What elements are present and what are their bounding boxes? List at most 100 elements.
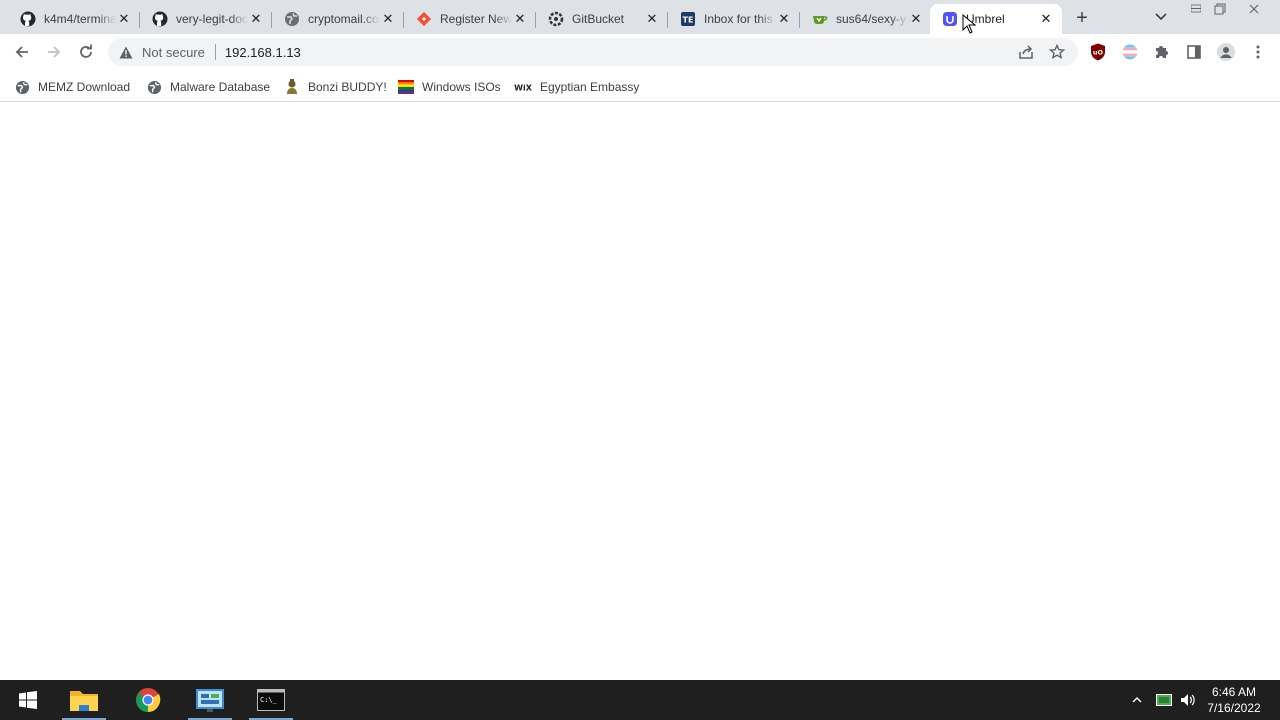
tab-strip: k4m4/terminals-are-sexy ✕ very-legit-doc…: [0, 0, 1280, 34]
close-icon[interactable]: ✕: [380, 11, 396, 27]
avatar-icon: [1217, 43, 1235, 61]
bookmark-label: Windows ISOs: [422, 80, 501, 94]
battery-icon[interactable]: [1155, 691, 1173, 709]
tab-search-button[interactable]: [1150, 6, 1172, 28]
extensions-button[interactable]: [1152, 42, 1172, 62]
system-clock[interactable]: 6:46 AM 7/16/2022: [1198, 684, 1270, 716]
bonzi-icon: [284, 79, 300, 95]
tab-register[interactable]: Register New ✕: [404, 4, 536, 34]
bookmark-star-icon[interactable]: [1048, 43, 1066, 61]
svg-text:uO: uO: [1093, 49, 1104, 57]
browser-window: k4m4/terminals-are-sexy ✕ very-legit-doc…: [0, 0, 1280, 680]
tab-title: cryptomail.com: [308, 12, 380, 26]
taskbar-file-explorer[interactable]: [56, 680, 112, 720]
start-button[interactable]: [0, 680, 56, 720]
chevron-up-icon: [1132, 697, 1142, 703]
ublock-extension[interactable]: uO: [1088, 42, 1108, 62]
gitbucket-icon: [548, 11, 564, 27]
taskbar-command-prompt[interactable]: C:\_: [243, 680, 299, 720]
globe-icon: [14, 79, 30, 95]
tab-umbrel[interactable]: Umbrel ✕: [930, 4, 1062, 34]
tab-title: Inbox for this: [704, 12, 773, 26]
tab-title: Umbrel: [966, 12, 1005, 26]
address-bar[interactable]: Not secure 192.168.1.13: [108, 38, 1078, 66]
forward-button[interactable]: [42, 40, 66, 64]
minimize-button[interactable]: [1183, 0, 1209, 18]
chrome-menu-button[interactable]: [1248, 42, 1268, 62]
profile-button[interactable]: [1216, 42, 1236, 62]
page-content: [0, 103, 1280, 680]
close-window-button[interactable]: [1241, 0, 1267, 18]
side-panel-icon: [1187, 45, 1201, 59]
bookmark-malware-database[interactable]: Malware Database: [146, 75, 270, 99]
taskbar: C:\_ 6:46 AM 7/16/2022: [0, 680, 1280, 720]
security-label[interactable]: Not secure: [142, 45, 205, 60]
close-icon[interactable]: ✕: [776, 11, 792, 27]
tab-title: very-legit-docs: [176, 12, 248, 26]
maximize-button[interactable]: [1207, 0, 1233, 18]
folder-icon: [70, 691, 98, 711]
tab-title: k4m4/terminals-are-sexy: [44, 12, 116, 26]
bookmark-label: Bonzi BUDDY!: [308, 80, 387, 94]
wix-icon: WiX: [514, 79, 532, 95]
tab-gitbucket[interactable]: GitBucket ✕: [536, 4, 668, 34]
tab-k4m4[interactable]: k4m4/terminals-are-sexy ✕: [8, 4, 140, 34]
reload-button[interactable]: [74, 40, 98, 64]
minimize-icon: [1191, 4, 1201, 13]
new-tab-button[interactable]: +: [1070, 6, 1094, 30]
bookmark-label: Malware Database: [170, 80, 271, 94]
tab-title: Register New: [440, 12, 512, 26]
globe-icon: [284, 11, 300, 27]
mail-icon: TE: [680, 11, 696, 27]
warning-icon[interactable]: [118, 44, 134, 60]
close-icon[interactable]: ✕: [644, 11, 660, 27]
tab-cryptomail[interactable]: cryptomail.com ✕: [272, 4, 404, 34]
arrow-left-icon: [15, 46, 28, 58]
share-icon[interactable]: [1018, 44, 1034, 60]
git-icon: [416, 11, 432, 27]
browser-toolbar: Not secure 192.168.1.13 uO: [0, 34, 1280, 71]
show-hidden-icons-button[interactable]: [1128, 691, 1146, 709]
umbrel-icon: [942, 11, 958, 27]
bookmark-windows-isos[interactable]: Windows ISOs: [398, 75, 501, 99]
control-panel-icon: [196, 689, 224, 712]
ublock-icon: uO: [1091, 43, 1105, 61]
url-text[interactable]: 192.168.1.13: [225, 45, 301, 60]
clock-date: 7/16/2022: [1207, 701, 1261, 715]
taskbar-control-panel[interactable]: [182, 680, 238, 720]
puzzle-icon: [1156, 46, 1168, 58]
gitea-icon: [812, 11, 828, 27]
chevron-down-icon: [1155, 13, 1167, 21]
svg-text:TE: TE: [683, 16, 694, 25]
svg-text:C:\_: C:\_: [260, 696, 278, 704]
rainbow-flag-icon: [398, 79, 414, 95]
github-icon: [20, 11, 36, 27]
close-icon[interactable]: ✕: [512, 11, 528, 27]
volume-icon[interactable]: [1179, 691, 1197, 709]
github-icon: [152, 11, 168, 27]
restore-icon: [1214, 3, 1226, 15]
close-icon[interactable]: ✕: [116, 11, 132, 27]
bookmarks-bar: MEMZ Download Malware Database Bonzi BUD…: [0, 71, 1280, 102]
tab-title: GitBucket: [572, 12, 625, 26]
tab-inbox[interactable]: TE Inbox for this ✕: [668, 4, 800, 34]
clock-time: 6:46 AM: [1211, 685, 1257, 699]
close-icon[interactable]: ✕: [908, 11, 924, 27]
back-button[interactable]: [10, 40, 34, 64]
tab-very-legit[interactable]: very-legit-docs ✕: [140, 4, 272, 34]
close-icon[interactable]: ✕: [248, 11, 264, 27]
bookmark-egyptian-embassy[interactable]: WiX Egyptian Embassy: [514, 75, 639, 99]
svg-text:WiX: WiX: [514, 84, 532, 93]
bookmark-label: Egyptian Embassy: [540, 80, 640, 94]
reload-icon: [80, 44, 92, 58]
chrome-icon: [136, 688, 161, 712]
bookmark-bonzi-buddy[interactable]: Bonzi BUDDY!: [284, 75, 387, 99]
close-icon[interactable]: ✕: [1038, 11, 1054, 27]
tab-sus64[interactable]: sus64/sexy-y ✕: [800, 4, 932, 34]
side-panel-button[interactable]: [1184, 42, 1204, 62]
taskbar-chrome[interactable]: [120, 680, 176, 720]
more-vert-icon: [1256, 45, 1260, 59]
close-icon: [1249, 4, 1259, 14]
bookmark-memz[interactable]: MEMZ Download: [14, 75, 130, 99]
trans-flag-extension[interactable]: [1120, 42, 1140, 62]
